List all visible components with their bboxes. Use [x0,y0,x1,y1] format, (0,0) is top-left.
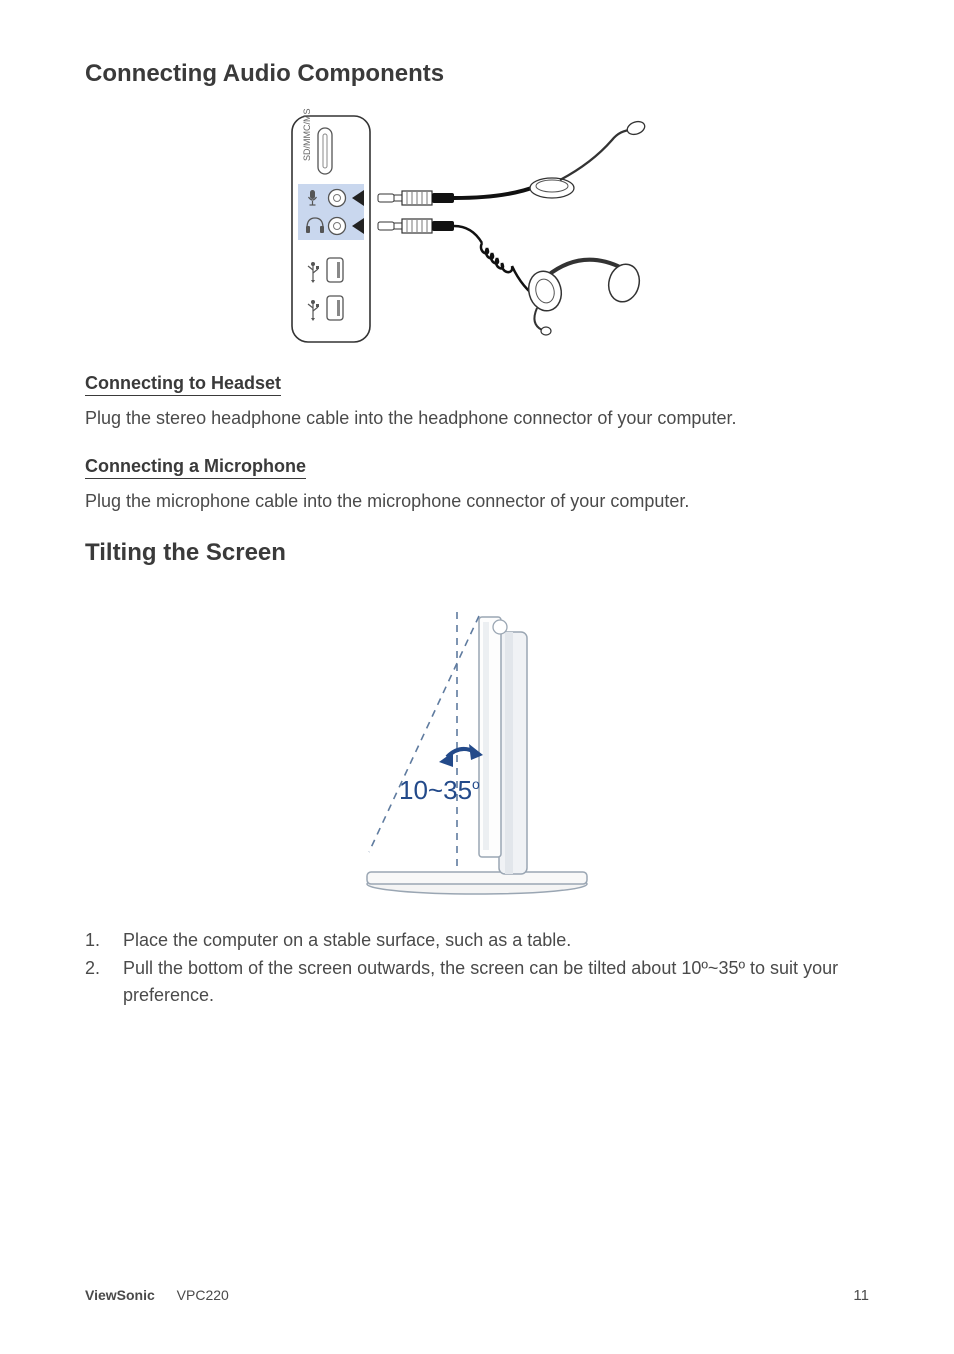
heading-tilting-screen: Tilting the Screen [85,539,869,567]
figure-audio-connections: SD/MMC/MS [85,108,869,348]
page-footer: ViewSonic VPC220 11 [85,1287,869,1304]
list-number: 1. [85,927,123,953]
audio-connection-diagram-icon: SD/MMC/MS [282,108,672,348]
tilt-arrow-icon [439,744,483,767]
tilt-range-label: 10~35o [399,775,480,805]
footer-brand: ViewSonic [85,1287,155,1303]
heading-audio-components: Connecting Audio Components [85,60,869,88]
page-number: 11 [853,1287,869,1304]
tilt-instructions-list: 1. Place the computer on a stable surfac… [85,927,869,1007]
list-item: 1. Place the computer on a stable surfac… [85,927,869,953]
microphone-device-icon [378,119,647,205]
tilt-diagram-icon: 10~35o [327,592,627,902]
body-headset: Plug the stereo headphone cable into the… [85,406,869,431]
sd-slot-label: SD/MMC/MS [302,109,312,162]
figure-tilt-screen: 10~35o [85,592,869,902]
list-number: 2. [85,955,123,1007]
subheading-microphone: Connecting a Microphone [85,456,306,479]
list-text: Place the computer on a stable surface, … [123,927,571,953]
list-text: Pull the bottom of the screen outwards, … [123,955,869,1007]
headset-device-icon [378,219,643,335]
footer-model: VPC220 [177,1287,229,1303]
subheading-headset: Connecting to Headset [85,373,281,396]
footer-left: ViewSonic VPC220 [85,1287,229,1304]
body-microphone: Plug the microphone cable into the micro… [85,489,869,514]
list-item: 2. Pull the bottom of the screen outward… [85,955,869,1007]
